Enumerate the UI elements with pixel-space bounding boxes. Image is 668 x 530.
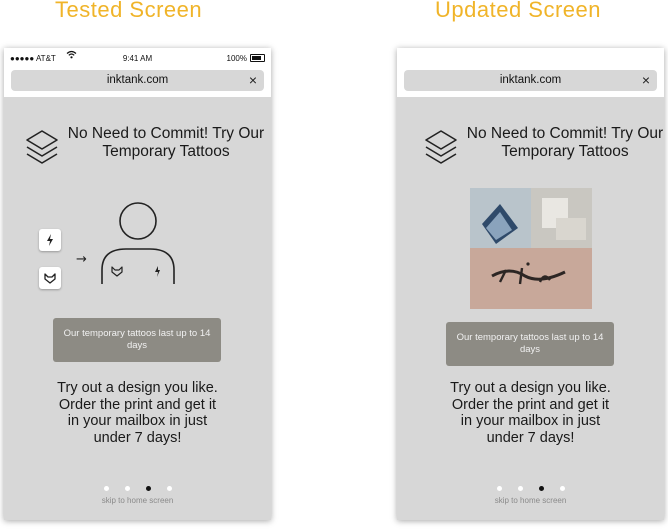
description-text: Try out a design you like. Order the pri… bbox=[450, 380, 611, 446]
battery-percent: 100% bbox=[226, 54, 247, 63]
layers-icon bbox=[423, 128, 459, 168]
page-title: No Need to Commit! Try Our Temporary Tat… bbox=[67, 125, 265, 160]
battery-icon bbox=[250, 54, 265, 62]
browser-bar: inktank.com × bbox=[4, 66, 271, 97]
address-bar[interactable]: inktank.com × bbox=[11, 70, 264, 91]
lightning-tile[interactable] bbox=[39, 229, 61, 251]
updated-screen-heading: Updated Screen bbox=[435, 0, 601, 22]
page-dot-3[interactable] bbox=[145, 486, 151, 491]
tattoo-placement-diagram: → bbox=[34, 198, 194, 298]
layers-icon bbox=[24, 128, 60, 168]
description-text: Try out a design you like. Order the pri… bbox=[57, 380, 218, 446]
close-icon[interactable]: × bbox=[249, 70, 257, 91]
arrow-icon: → bbox=[76, 252, 87, 267]
tested-screen-heading: Tested Screen bbox=[55, 0, 203, 22]
skip-link[interactable]: skip to home screen bbox=[397, 496, 664, 505]
page-dot-2[interactable] bbox=[517, 486, 523, 491]
tattoo-photo bbox=[470, 188, 592, 309]
body-outline-icon bbox=[101, 202, 175, 284]
tested-phone-screen: ●●●●● AT&T 9:41 AM 100% inktank.com × No… bbox=[4, 48, 271, 520]
page-indicator[interactable] bbox=[4, 476, 271, 495]
skip-link[interactable]: skip to home screen bbox=[4, 496, 271, 505]
fox-icon bbox=[44, 273, 56, 284]
browser-bar: inktank.com × bbox=[397, 48, 664, 95]
divider bbox=[397, 95, 664, 97]
status-bar: ●●●●● AT&T 9:41 AM 100% bbox=[4, 48, 271, 66]
lightning-icon bbox=[47, 234, 53, 246]
address-bar[interactable]: inktank.com × bbox=[404, 70, 657, 91]
page-dot-2[interactable] bbox=[124, 486, 130, 491]
page-indicator[interactable] bbox=[397, 476, 664, 495]
page-dot-4[interactable] bbox=[559, 486, 565, 491]
close-icon[interactable]: × bbox=[642, 70, 650, 91]
page-dot-1[interactable] bbox=[496, 486, 502, 491]
tattoo-duration-button[interactable]: Our temporary tattoos last up to 14 days bbox=[53, 318, 221, 362]
url-text: inktank.com bbox=[499, 74, 562, 86]
fox-tile[interactable] bbox=[39, 267, 61, 289]
url-text: inktank.com bbox=[106, 74, 169, 86]
page-dot-1[interactable] bbox=[103, 486, 109, 491]
page-dot-3[interactable] bbox=[538, 486, 544, 491]
page-dot-4[interactable] bbox=[166, 486, 172, 491]
page-title: No Need to Commit! Try Our Temporary Tat… bbox=[466, 125, 664, 160]
tattoo-duration-button[interactable]: Our temporary tattoos last up to 14 days bbox=[446, 322, 614, 366]
updated-phone-screen: inktank.com × No Need to Commit! Try Our… bbox=[397, 48, 664, 520]
